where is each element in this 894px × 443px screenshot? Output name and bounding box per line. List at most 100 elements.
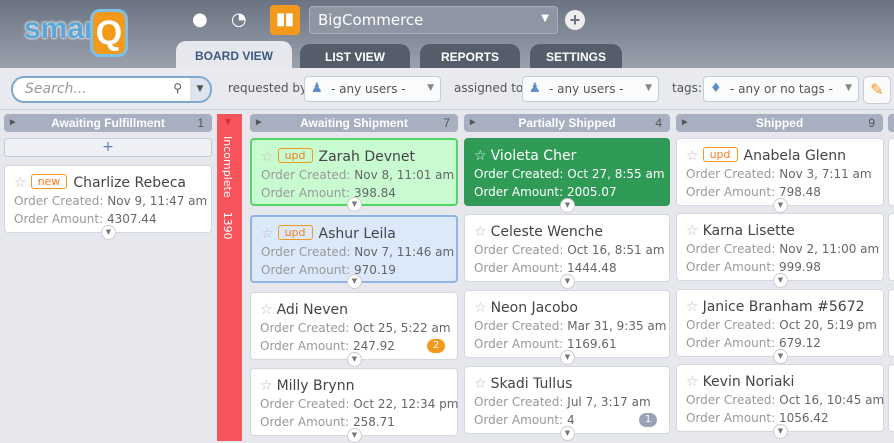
star-icon[interactable]: ☆ bbox=[14, 175, 27, 191]
expand-card-chevron-icon[interactable]: ▼ bbox=[773, 198, 788, 213]
tab-settings[interactable]: SETTINGS bbox=[530, 44, 622, 68]
column-header-shipped[interactable]: ▶ Shipped 9 bbox=[676, 114, 883, 132]
order-card[interactable]: ☆ Violeta Cher Order Created: Oct 27, 8:5… bbox=[464, 138, 670, 213]
search-options-dropdown[interactable]: ▼ bbox=[190, 78, 210, 101]
expand-card-chevron-icon[interactable]: ▼ bbox=[560, 350, 575, 365]
star-icon[interactable]: ☆ bbox=[474, 376, 487, 392]
customer-name[interactable]: Zarah Devnet bbox=[319, 149, 415, 165]
star-icon[interactable]: ☆ bbox=[474, 224, 487, 240]
expand-card-chevron-icon[interactable]: ▼ bbox=[347, 274, 362, 289]
order-amount-label: Order Amount: bbox=[14, 212, 104, 226]
customer-name[interactable]: Charlize Rebeca bbox=[73, 175, 186, 191]
star-icon[interactable]: ☆ bbox=[686, 374, 699, 390]
order-card[interactable]: ☆ new Charlize Rebeca Order Created: Nov 9… bbox=[4, 165, 212, 240]
expand-card-chevron-icon[interactable]: ▼ bbox=[347, 352, 362, 367]
expand-card-chevron-icon[interactable]: ▼ bbox=[560, 426, 575, 441]
expand-triangle-icon[interactable]: ▶ bbox=[470, 114, 475, 132]
customer-name[interactable]: Anabela Glenn bbox=[744, 148, 847, 164]
order-card[interactable]: ☆ Adi Neven Order Created: Oct 25, 5:22 a… bbox=[250, 292, 458, 367]
order-card[interactable]: ☆ Skadi Tullus Order Created: Jul 7, 3:17… bbox=[464, 366, 670, 441]
order-created-label: Order Created: bbox=[474, 319, 564, 333]
expand-triangle-icon[interactable]: ▶ bbox=[256, 114, 261, 132]
order-card[interactable]: ☆ upd Zarah Devnet Order Created: Nov 8, 1… bbox=[250, 138, 458, 212]
customer-name[interactable]: Adi Neven bbox=[277, 302, 348, 318]
star-icon[interactable]: ☆ bbox=[686, 148, 699, 164]
star-icon[interactable]: ☆ bbox=[474, 300, 487, 316]
customer-name[interactable]: Skadi Tullus bbox=[491, 376, 573, 392]
customer-name[interactable]: Ashur Leila bbox=[319, 226, 396, 242]
order-card[interactable]: ☆ Karna Lisette Order Created: Nov 2, 11:… bbox=[676, 213, 884, 288]
card-partial[interactable] bbox=[888, 364, 894, 432]
search-icon[interactable]: ⚲ bbox=[173, 81, 182, 95]
chevron-down-icon: ▼ bbox=[645, 83, 652, 93]
order-card[interactable]: ☆ Janice Branham #5672 Order Created: Oct… bbox=[676, 289, 884, 364]
customer-name[interactable]: Karna Lisette bbox=[703, 223, 795, 239]
add-project-button[interactable]: + bbox=[565, 10, 585, 30]
order-created-label: Order Created: bbox=[260, 397, 350, 411]
order-card[interactable]: ☆ upd Ashur Leila Order Created: Nov 7, 11… bbox=[250, 215, 458, 289]
customer-name[interactable]: Celeste Wenche bbox=[491, 224, 603, 240]
expand-card-chevron-icon[interactable]: ▼ bbox=[101, 225, 116, 240]
tags-select[interactable]: ♦ - any or no tags - ▼ bbox=[703, 76, 859, 102]
customer-name[interactable]: Kevin Noriaki bbox=[703, 374, 795, 390]
star-icon[interactable]: ☆ bbox=[474, 148, 487, 164]
tab-board-view[interactable]: BOARD VIEW bbox=[176, 41, 292, 68]
star-icon[interactable]: ☆ bbox=[261, 149, 274, 165]
column-title: Awaiting Fulfillment bbox=[51, 116, 165, 130]
requested-by-select[interactable]: ♟ - any users - ▼ bbox=[304, 76, 441, 102]
order-card[interactable]: ☆ Celeste Wenche Order Created: Oct 16, 8… bbox=[464, 214, 670, 289]
column-header-partially-shipped[interactable]: ▶ Partially Shipped 4 bbox=[464, 114, 670, 132]
project-name: BigCommerce bbox=[318, 11, 424, 29]
order-created-value: Nov 2, 11:00 am bbox=[779, 242, 880, 256]
order-card[interactable]: ☆ upd Anabela Glenn Order Created: Nov 3, … bbox=[676, 138, 884, 213]
comment-count-badge[interactable]: 1 bbox=[639, 413, 657, 427]
star-icon[interactable]: ☆ bbox=[686, 223, 699, 239]
status-badge: upd bbox=[277, 225, 313, 240]
chevron-down-icon[interactable]: ▼ bbox=[225, 117, 231, 126]
assigned-to-select[interactable]: ♟ - any users - ▼ bbox=[522, 76, 659, 102]
star-icon[interactable]: ☆ bbox=[261, 226, 274, 242]
order-amount-label: Order Amount: bbox=[261, 186, 351, 200]
order-card[interactable]: ☆ Neon Jacobo Order Created: Mar 31, 9:35… bbox=[464, 290, 670, 365]
expand-triangle-icon[interactable]: ▶ bbox=[682, 114, 687, 132]
customer-name[interactable]: Janice Branham #5672 bbox=[703, 299, 865, 315]
tab-reports[interactable]: REPORTS bbox=[420, 44, 520, 68]
order-amount-value: 4307.44 bbox=[106, 212, 157, 226]
star-icon[interactable]: ☆ bbox=[260, 302, 273, 318]
order-created-label: Order Created: bbox=[686, 242, 776, 256]
expand-card-chevron-icon[interactable]: ▼ bbox=[773, 349, 788, 364]
expand-triangle-icon[interactable]: ▶ bbox=[10, 114, 15, 132]
project-select[interactable]: BigCommerce ▼ bbox=[309, 6, 558, 34]
dashboard-gauge-icon[interactable]: ◔ bbox=[231, 9, 247, 30]
customer-name[interactable]: Violeta Cher bbox=[491, 148, 577, 164]
comment-count-badge[interactable]: 2 bbox=[427, 339, 445, 353]
expand-card-chevron-icon[interactable]: ▼ bbox=[347, 197, 362, 212]
incomplete-column[interactable]: ▼ Incomplete 1390 bbox=[217, 114, 242, 441]
expand-card-chevron-icon[interactable]: ▼ bbox=[773, 273, 788, 288]
order-card[interactable]: ☆ Kevin Noriaki Order Created: Oct 16, 10… bbox=[676, 364, 884, 439]
column-header-awaiting-shipment[interactable]: ▶ Awaiting Shipment 7 bbox=[250, 114, 458, 132]
expand-card-chevron-icon[interactable]: ▼ bbox=[560, 198, 575, 213]
card-partial[interactable] bbox=[888, 138, 894, 206]
edit-columns-pencil-icon[interactable]: ✎ bbox=[863, 76, 891, 104]
user-icon[interactable]: ● bbox=[192, 9, 208, 30]
card-partial[interactable] bbox=[888, 213, 894, 281]
column-header-awaiting-fulfillment[interactable]: ▶ Awaiting Fulfillment 1 bbox=[4, 114, 212, 132]
tab-list-view[interactable]: LIST VIEW bbox=[300, 44, 410, 68]
order-created-label: Order Created: bbox=[261, 245, 351, 259]
card-partial[interactable] bbox=[888, 289, 894, 357]
order-created-value: Oct 16, 8:51 am bbox=[567, 243, 665, 257]
column-header-next[interactable] bbox=[888, 114, 894, 132]
order-amount-label: Order Amount: bbox=[260, 415, 350, 429]
customer-name[interactable]: Neon Jacobo bbox=[491, 300, 578, 316]
expand-card-chevron-icon[interactable]: ▼ bbox=[773, 424, 788, 439]
column-title: Awaiting Shipment bbox=[300, 116, 408, 130]
customer-name[interactable]: Milly Brynn bbox=[277, 378, 355, 394]
expand-card-chevron-icon[interactable]: ▼ bbox=[560, 274, 575, 289]
add-card-button[interactable]: + bbox=[4, 138, 212, 157]
search-input[interactable]: Search... ⚲ ▼ bbox=[11, 76, 212, 103]
star-icon[interactable]: ☆ bbox=[260, 378, 273, 394]
star-icon[interactable]: ☆ bbox=[686, 299, 699, 315]
order-card[interactable]: ☆ Milly Brynn Order Created: Oct 22, 12:3… bbox=[250, 368, 458, 443]
board-icon[interactable]: ▮▮ bbox=[270, 5, 300, 35]
